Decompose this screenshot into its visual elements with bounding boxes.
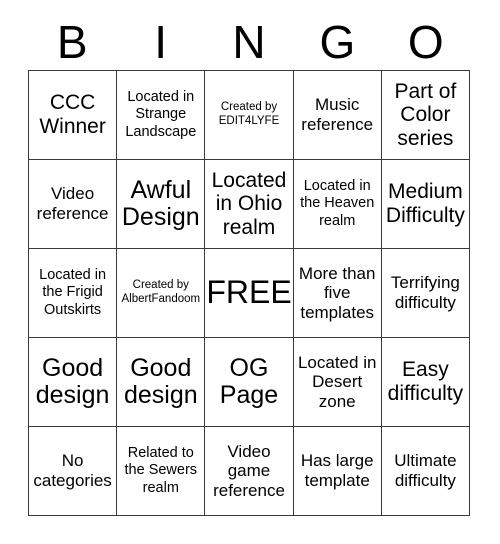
bingo-cell[interactable]: Located in Ohio realm xyxy=(205,160,294,249)
bingo-header-letter-i: I xyxy=(154,16,167,68)
bingo-cell[interactable]: Terrifying difficulty xyxy=(381,249,470,338)
bingo-cell[interactable]: Related to the Sewers realm xyxy=(117,427,206,516)
bingo-cell-label: Created by EDIT4LYFE xyxy=(218,101,280,127)
bingo-header-letter-b: B xyxy=(56,16,88,68)
bingo-cell[interactable]: Music reference xyxy=(293,71,382,160)
bingo-cell-label: Good design xyxy=(123,353,198,409)
bingo-cell-label: More than five templates xyxy=(298,263,376,322)
bingo-header-letter-n: N xyxy=(232,16,266,68)
bingo-cell-label: Part of Color series xyxy=(394,79,457,150)
bingo-cell-label: No categories xyxy=(33,451,112,490)
bingo-cell-label: Has large template xyxy=(300,451,374,490)
bingo-cell[interactable]: No categories xyxy=(29,427,118,516)
bingo-header-letter-g: G xyxy=(319,16,356,68)
bingo-cell[interactable]: Has large template xyxy=(293,427,382,516)
bingo-cell[interactable]: Easy difficulty xyxy=(381,338,470,427)
bingo-cell-label: Located in the Heaven realm xyxy=(300,178,375,229)
bingo-cell-label: Ultimate difficulty xyxy=(394,451,457,490)
bingo-cell-label: Located in Ohio realm xyxy=(211,168,287,239)
bingo-cell[interactable]: Located in Desert zone xyxy=(293,338,382,427)
bingo-cell[interactable]: Created by AlbertFandoom xyxy=(117,249,206,338)
bingo-cell[interactable]: Part of Color series xyxy=(381,71,470,160)
bingo-cell-label: Medium Difficulty xyxy=(385,180,465,227)
bingo-cell-label: Video reference xyxy=(36,184,109,223)
bingo-cell[interactable]: Video reference xyxy=(29,160,118,249)
bingo-cell[interactable]: Located in Strange Landscape xyxy=(117,71,206,160)
bingo-grid: CCC Winner Located in Strange Landscape Cr… xyxy=(28,70,470,516)
bingo-cell-label: OG Page xyxy=(219,353,279,409)
bingo-free-space[interactable]: FREE xyxy=(205,249,294,338)
bingo-cell-label: Easy difficulty xyxy=(387,358,464,405)
bingo-cell-label: Awful Design xyxy=(121,175,200,231)
bingo-cell[interactable]: Created by EDIT4LYFE xyxy=(205,71,294,160)
bingo-cell-label: Good design xyxy=(35,353,110,409)
bingo-cell[interactable]: Awful Design xyxy=(117,160,206,249)
bingo-cell[interactable]: Located in the Heaven realm xyxy=(293,160,382,249)
bingo-cell[interactable]: Good design xyxy=(117,338,206,427)
bingo-cell-label: Located in Strange Landscape xyxy=(125,89,197,140)
bingo-cell-label: Located in the Frigid Outskirts xyxy=(39,267,107,318)
bingo-cell-label: Created by AlbertFandoom xyxy=(121,279,201,305)
bingo-card: B I N GO CCC Winner Located in Strange Lands… xyxy=(0,0,500,544)
bingo-header: B I N GO xyxy=(28,14,470,70)
bingo-cell[interactable]: More than five templates xyxy=(293,249,382,338)
bingo-cell[interactable]: CCC Winner xyxy=(29,71,118,160)
bingo-cell[interactable]: Located in the Frigid Outskirts xyxy=(29,249,118,338)
bingo-cell-label: FREE xyxy=(206,274,292,311)
bingo-cell-label: Video game reference xyxy=(213,441,285,500)
bingo-cell[interactable]: Medium Difficulty xyxy=(381,160,470,249)
bingo-cell-label: Related to the Sewers realm xyxy=(124,445,198,496)
bingo-cell-label: Located in Desert zone xyxy=(297,352,377,411)
bingo-cell-label: Terrifying difficulty xyxy=(390,273,460,312)
bingo-header-letter-o: O xyxy=(407,16,444,68)
bingo-cell[interactable]: Video game reference xyxy=(205,427,294,516)
bingo-cell[interactable]: Ultimate difficulty xyxy=(381,427,470,516)
bingo-cell[interactable]: OG Page xyxy=(205,338,294,427)
bingo-cell-label: Music reference xyxy=(301,95,374,134)
bingo-cell[interactable]: Good design xyxy=(29,338,118,427)
bingo-cell-label: CCC Winner xyxy=(39,91,106,138)
